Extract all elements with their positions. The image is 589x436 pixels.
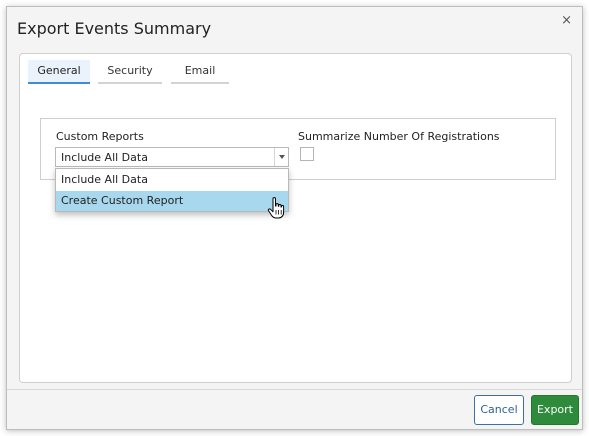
- option-include-all-data[interactable]: Include All Data: [56, 170, 288, 190]
- custom-reports-select[interactable]: Include All Data: [55, 147, 289, 167]
- summarize-registrations-label: Summarize Number Of Registrations: [298, 130, 500, 143]
- close-icon[interactable]: ×: [561, 13, 572, 28]
- export-events-summary-dialog: Export Events Summary × General Security…: [6, 6, 583, 430]
- tab-general[interactable]: General: [28, 60, 90, 84]
- hand-pointer-icon: [266, 196, 286, 224]
- dialog-title: Export Events Summary: [17, 19, 212, 38]
- custom-reports-dropdown-list: Include All Data Create Custom Report: [55, 168, 289, 212]
- tab-email[interactable]: Email: [171, 60, 229, 84]
- custom-reports-label: Custom Reports: [56, 130, 144, 143]
- summarize-registrations-checkbox[interactable]: [300, 147, 314, 161]
- custom-reports-selected-value: Include All Data: [61, 151, 148, 164]
- cancel-button[interactable]: Cancel: [474, 395, 524, 425]
- export-button[interactable]: Export: [531, 395, 579, 425]
- tab-security[interactable]: Security: [98, 60, 162, 84]
- footer-divider: [7, 389, 582, 390]
- tab-panel: General Security Email Custom Reports Su…: [19, 53, 572, 383]
- option-create-custom-report[interactable]: Create Custom Report: [56, 191, 288, 211]
- chevron-down-icon[interactable]: [274, 148, 288, 166]
